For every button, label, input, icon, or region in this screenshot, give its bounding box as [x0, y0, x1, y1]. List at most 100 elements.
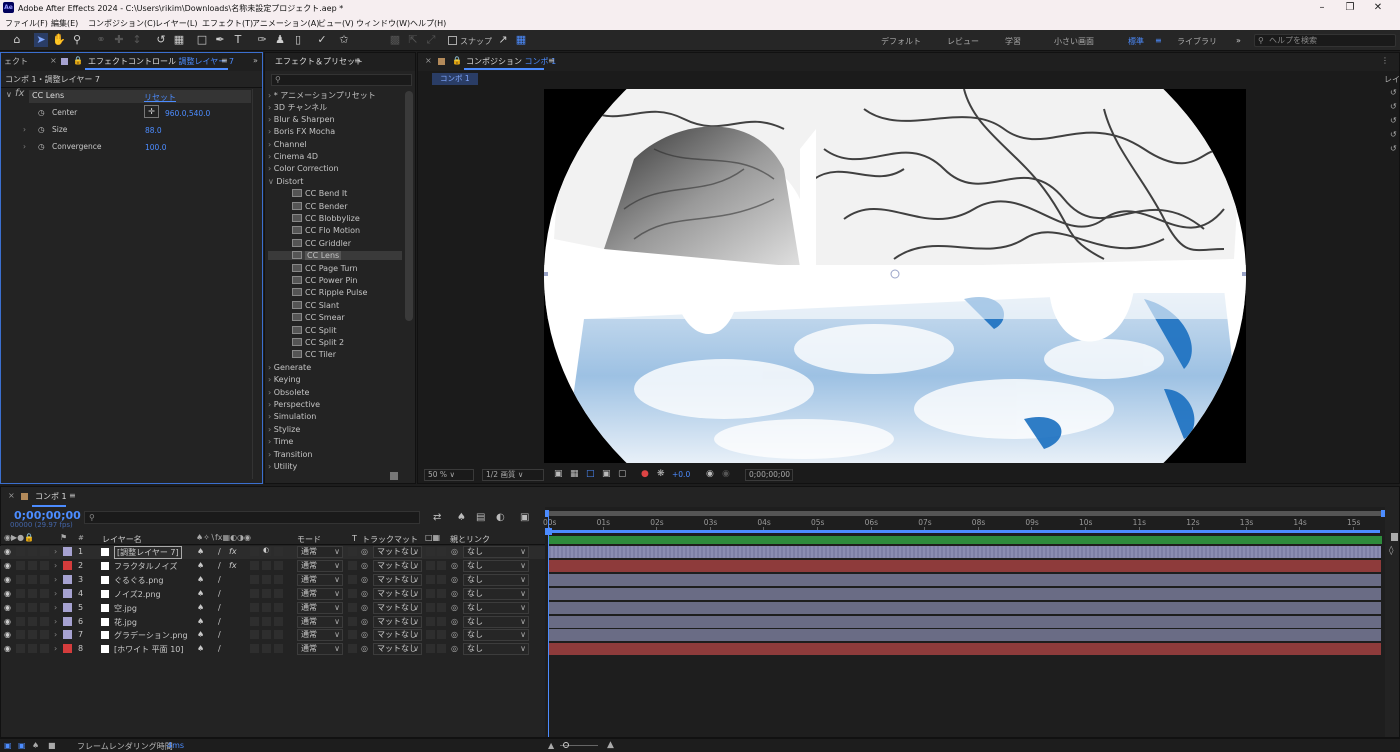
solo-switch[interactable] [28, 574, 37, 584]
quality-switch-icon[interactable]: ∕ [218, 561, 221, 570]
effect-expand-icon[interactable]: ∨ [6, 90, 12, 99]
frame-blend-switch[interactable] [250, 560, 259, 570]
effect-category[interactable]: › Stylize [268, 425, 300, 434]
layer-duration-bar[interactable] [549, 546, 1381, 558]
motion-blur-switch[interactable] [262, 644, 271, 654]
playhead-handle[interactable] [545, 528, 552, 535]
audio-switch[interactable] [16, 602, 25, 612]
shy-switch-icon[interactable]: ♠ [197, 617, 204, 626]
matte-invert-switch[interactable] [437, 574, 446, 584]
effect-category[interactable]: › Color Correction [268, 164, 339, 173]
tab-composition[interactable]: コンポジション コンポ 1 [466, 56, 556, 67]
shy-switch-icon[interactable]: ♠ [197, 547, 204, 556]
snap-checkbox[interactable] [448, 36, 457, 45]
mode-dropdown[interactable]: 通常 ∨ [297, 615, 343, 628]
workspace-menu-icon[interactable]: ≡ [1155, 36, 1162, 45]
matte-invert-switch[interactable] [437, 602, 446, 612]
eye-icon[interactable]: ◉ [4, 644, 11, 653]
preserve-transparency-switch[interactable] [348, 602, 357, 612]
lock-icon[interactable]: 🔒 [452, 56, 462, 65]
menu-effect[interactable]: エフェクト(T) [202, 18, 253, 29]
trackmatte-dropdown[interactable]: マットなし ∨ [373, 601, 422, 614]
workspace-standard[interactable]: 標準 [1128, 36, 1144, 47]
shy-switch-icon[interactable]: ♠ [197, 644, 204, 653]
3d-switch[interactable] [274, 560, 283, 570]
shy-switch-icon[interactable]: ♠ [197, 575, 204, 584]
3d-switch[interactable] [274, 588, 283, 598]
expand-layer-icon[interactable]: › [54, 630, 57, 639]
quality-switch-icon[interactable]: ∕ [218, 603, 221, 612]
lock-switch[interactable] [40, 616, 49, 626]
zoom-select[interactable]: 50 % ∨ [424, 469, 474, 481]
undo-icon-5[interactable]: ↺ [1390, 144, 1397, 153]
col-trackmatte[interactable]: トラックマット [362, 534, 418, 545]
lock-switch[interactable] [40, 560, 49, 570]
color-channel-icon[interactable]: ● [641, 469, 649, 479]
matte-alpha-switch[interactable] [426, 574, 435, 584]
solo-switch[interactable] [28, 616, 37, 626]
motion-blur-switch[interactable] [262, 574, 271, 584]
effect-item[interactable]: CC Ripple Pulse [292, 288, 367, 297]
solo-switch[interactable] [28, 547, 37, 556]
expand-panel-icon[interactable]: » [253, 56, 258, 65]
hand-tool-icon[interactable]: ✋ [52, 33, 66, 47]
motion-blur-switch[interactable] [262, 588, 271, 598]
audio-switch[interactable] [16, 588, 25, 598]
undo-icon-3[interactable]: ↺ [1390, 116, 1397, 125]
shy-switch-icon[interactable]: ♠ [197, 603, 204, 612]
layer-row[interactable]: ◉ › 7 グラデーション.png ♠ ∕ 通常 ∨ ◎ マットなし ∨ ◎ なし ∨ [0, 629, 545, 642]
parent-dropdown[interactable]: なし ∨ [463, 643, 529, 656]
comp-end-marker[interactable] [1391, 533, 1398, 541]
align-icon[interactable]: ▩ [388, 33, 402, 47]
preserve-transparency-switch[interactable] [348, 574, 357, 584]
mode-dropdown[interactable]: 通常 ∨ [297, 629, 343, 642]
effect-item[interactable]: CC Bend It [292, 189, 347, 198]
world-axis-icon[interactable]: ⤢ [424, 33, 438, 47]
effect-item[interactable]: CC Bender [292, 201, 347, 211]
effect-category[interactable]: › Simulation [268, 412, 316, 421]
playhead[interactable] [548, 517, 549, 737]
prop-convergence-value[interactable]: 100.0 [145, 143, 166, 152]
shy-switch-icon[interactable]: ♠ [197, 589, 204, 598]
eye-icon[interactable]: ◉ [4, 561, 11, 570]
lock-switch[interactable] [40, 630, 49, 640]
solo-switch[interactable] [28, 588, 37, 598]
pen-tool-icon[interactable]: ✒ [213, 33, 227, 47]
effect-category[interactable]: › Keying [268, 375, 301, 384]
solo-switch[interactable] [28, 630, 37, 640]
layer-duration-bar[interactable] [549, 629, 1381, 642]
mask-visibility-icon[interactable]: □ [586, 469, 595, 479]
parent-pickwhip-icon[interactable]: ◎ [451, 547, 458, 556]
preserve-transparency-switch[interactable] [348, 644, 357, 654]
comp-viewer[interactable] [544, 88, 1246, 463]
exposure-icon[interactable]: ❋ [657, 469, 665, 479]
region-of-interest-icon[interactable]: ▣ [554, 469, 563, 479]
motion-blur-switch[interactable]: ◐ [262, 546, 271, 556]
lock-icon[interactable]: 🔒 [73, 56, 83, 65]
label-color[interactable] [63, 588, 72, 598]
effect-item[interactable]: CC Page Turn [292, 263, 358, 273]
preserve-transparency-switch[interactable] [348, 588, 357, 598]
comp-timecode[interactable]: 0;00;00;00 [745, 469, 793, 481]
matte-invert-switch[interactable] [437, 547, 446, 556]
layer-row[interactable]: ◉ › 1 [調整レイヤー 7] ♠ ∕ fx ◐ 通常 ∨ ◎ マットなし ∨ ◎ なし ∨ [0, 546, 545, 559]
scrollbar-thumb[interactable] [405, 91, 413, 321]
quality-switch-icon[interactable]: ∕ [218, 575, 221, 584]
motion-blur-switch[interactable] [262, 616, 271, 626]
label-color[interactable] [63, 630, 72, 640]
layer-name[interactable]: 空.jpg [114, 603, 137, 614]
lock-switch[interactable] [40, 588, 49, 598]
effect-category[interactable]: › Blur & Sharpen [268, 115, 335, 124]
layer-row[interactable]: ◉ › 5 空.jpg ♠ ∕ 通常 ∨ ◎ マットなし ∨ ◎ なし ∨ [0, 601, 545, 615]
audio-switch[interactable] [16, 574, 25, 584]
audio-switch[interactable] [16, 560, 25, 570]
fx-switch-icon[interactable]: fx [229, 561, 237, 570]
parent-dropdown[interactable]: なし ∨ [463, 629, 529, 642]
eye-icon[interactable]: ◉ [4, 630, 11, 639]
minimize-icon[interactable]: – [1312, 1, 1332, 15]
solo-switch[interactable] [28, 644, 37, 654]
matte-alpha-switch[interactable] [426, 547, 435, 556]
quality-switch-icon[interactable]: ∕ [218, 630, 221, 639]
3d-switch[interactable] [274, 630, 283, 640]
status-icon-1[interactable]: ▣ [4, 741, 12, 750]
